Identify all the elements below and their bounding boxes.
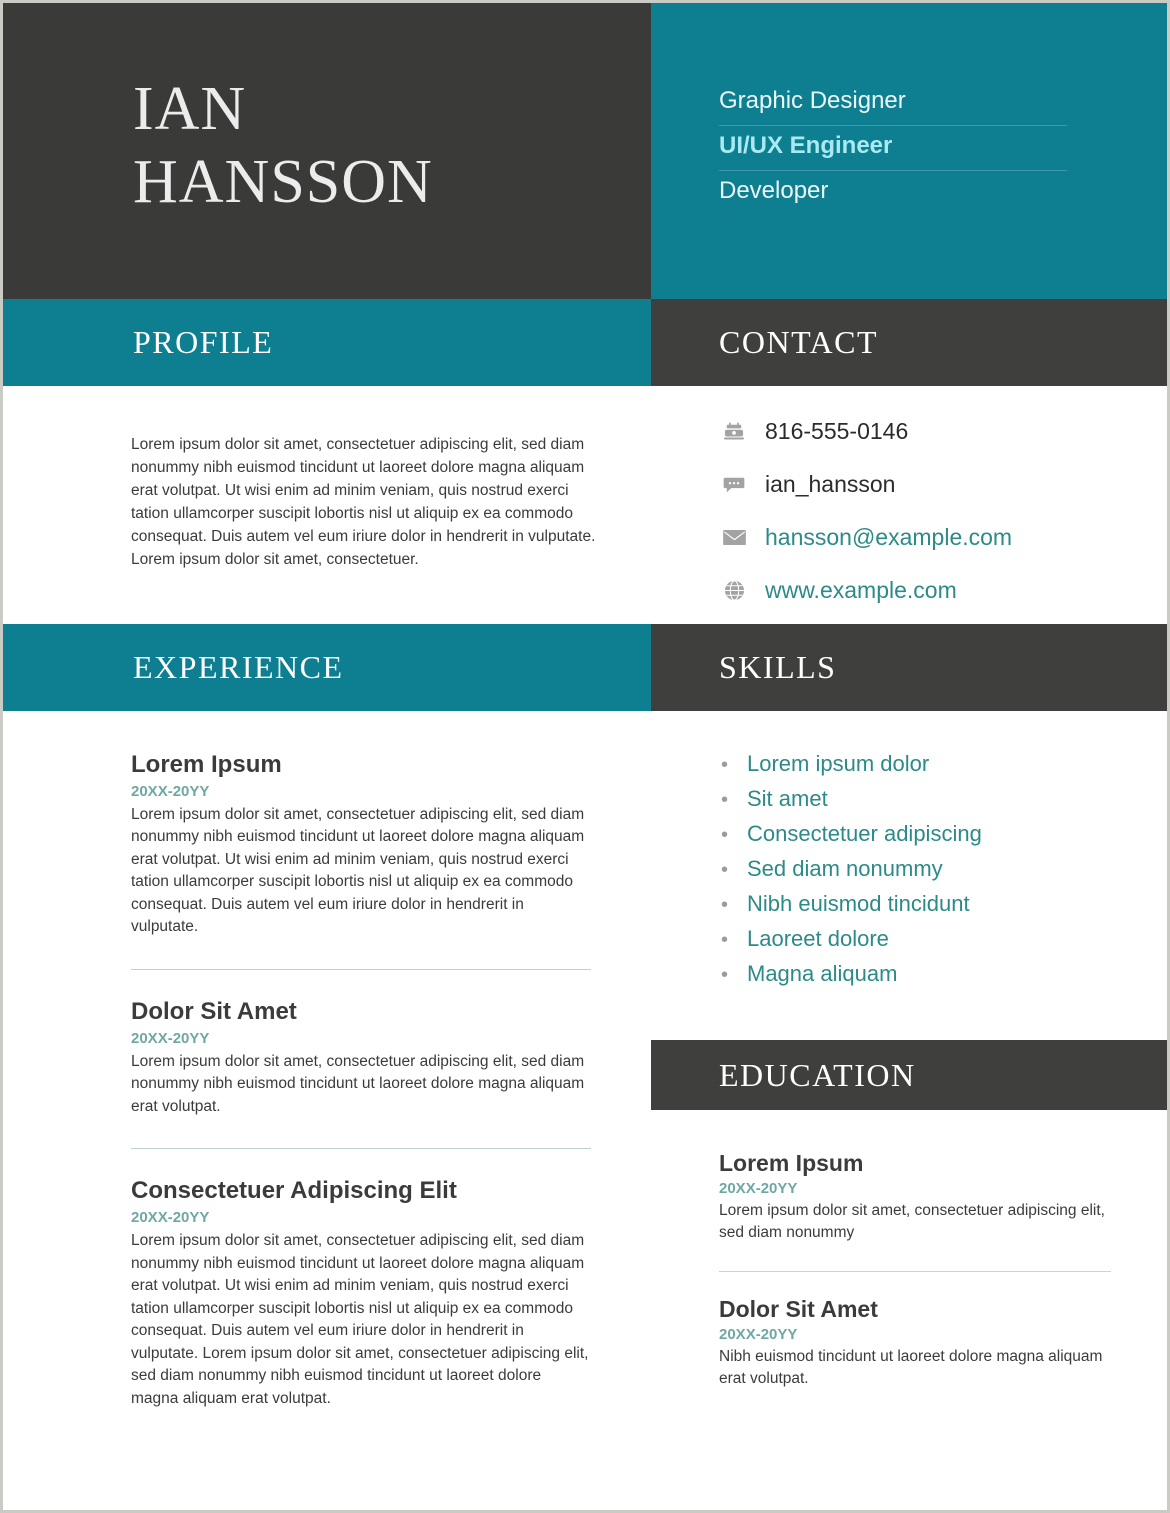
phone-icon: [719, 422, 749, 442]
experience-entry-description: Lorem ipsum dolor sit amet, consectetuer…: [131, 1232, 589, 1407]
experience-entry-title: Consectetuer Adipiscing Elit: [131, 1177, 457, 1205]
contact-section: 816-555-0146 ian_hansson hansson@example…: [651, 386, 1167, 624]
skill-list-item: • Sed diam nonummy: [721, 856, 1127, 882]
contact-heading: CONTACT: [719, 324, 879, 360]
job-titles-block: Graphic Designer UI/UX Engineer Develope…: [651, 3, 1167, 299]
skill-list-item: • Magna aliquam: [721, 961, 1127, 987]
contact-value-username: ian_hansson: [765, 471, 896, 497]
skills-header: SKILLS: [651, 624, 1167, 711]
chat-bubble-icon: [719, 476, 749, 494]
education-heading: EDUCATION: [719, 1056, 916, 1093]
contact-item-email[interactable]: hansson@example.com: [719, 524, 1127, 551]
bullet-icon: •: [721, 754, 729, 776]
skill-list-item: • Laoreet dolore: [721, 926, 1127, 952]
experience-skills-header-band: EXPERIENCE SKILLS: [3, 624, 1167, 711]
experience-entry-date: 20XX-20YY: [131, 1029, 210, 1047]
experience-entry-title: Dolor Sit Amet: [131, 997, 297, 1025]
bottom-spacer: [651, 1395, 1167, 1435]
profile-contact-header-band: PROFILE CONTACT: [3, 299, 1167, 386]
experience-entry: Dolor Sit Amet 20XX-20YY Lorem ipsum dol…: [131, 998, 591, 1122]
skill-list-item: • Consectetuer adipiscing: [721, 821, 1127, 847]
education-entry-description: Lorem ipsum dolor sit amet, consectetuer…: [719, 1202, 1105, 1242]
bullet-icon: •: [721, 929, 729, 951]
skills-section: • Lorem ipsum dolor • Sit amet • Consect…: [651, 711, 1167, 1012]
envelope-icon: [719, 529, 749, 546]
education-entry-date: 20XX-20YY: [719, 1180, 798, 1197]
experience-entry-description: Lorem ipsum dolor sit amet, consectetuer…: [131, 806, 585, 936]
experience-header: EXPERIENCE: [3, 624, 651, 711]
skill-label: Nibh euismod tincidunt: [747, 891, 970, 916]
main-content: Lorem Ipsum 20XX-20YY Lorem ipsum dolor …: [3, 711, 1167, 1435]
skill-label: Sed diam nonummy: [747, 856, 943, 881]
experience-section: Lorem Ipsum 20XX-20YY Lorem ipsum dolor …: [3, 711, 651, 1435]
skills-education-column: • Lorem ipsum dolor • Sit amet • Consect…: [651, 711, 1167, 1435]
education-entry-title: Dolor Sit Amet: [719, 1295, 878, 1322]
skill-label: Lorem ipsum dolor: [747, 751, 930, 776]
experience-heading: EXPERIENCE: [133, 649, 344, 685]
education-entry-title: Lorem Ipsum: [719, 1150, 864, 1176]
bullet-icon: •: [721, 789, 729, 811]
experience-entry-description: Lorem ipsum dolor sit amet, consectetuer…: [131, 1052, 585, 1115]
profile-text: Lorem ipsum dolor sit amet, consectetuer…: [131, 436, 596, 568]
experience-entry-date: 20XX-20YY: [131, 1209, 210, 1227]
experience-entry: Consectetuer Adipiscing Elit 20XX-20YY L…: [131, 1177, 591, 1414]
header-banner: IAN HANSSON Graphic Designer UI/UX Engin…: [3, 3, 1167, 299]
experience-entry: Lorem Ipsum 20XX-20YY Lorem ipsum dolor …: [131, 751, 591, 943]
contact-item-website[interactable]: www.example.com: [719, 577, 1127, 604]
skills-heading: SKILLS: [719, 649, 837, 685]
profile-heading: PROFILE: [133, 324, 274, 360]
first-name: IAN: [133, 75, 247, 143]
skill-list-item: • Lorem ipsum dolor: [721, 751, 1127, 777]
skill-label: Magna aliquam: [747, 961, 898, 986]
education-entry-description: Nibh euismod tincidunt ut laoreet dolore…: [719, 1347, 1103, 1388]
last-name: HANSSON: [133, 148, 433, 217]
skill-list-item: • Sit amet: [721, 786, 1127, 812]
experience-entry-title: Lorem Ipsum: [131, 751, 282, 778]
education-entry: Lorem Ipsum 20XX-20YY Lorem ipsum dolor …: [719, 1150, 1111, 1249]
contact-header: CONTACT: [651, 299, 1167, 386]
education-entry: Dolor Sit Amet 20XX-20YY Nibh euismod ti…: [719, 1296, 1111, 1395]
resume-page: IAN HANSSON Graphic Designer UI/UX Engin…: [0, 0, 1170, 1513]
contact-item-phone[interactable]: 816-555-0146: [719, 418, 1127, 445]
bullet-icon: •: [721, 964, 729, 986]
experience-divider: [131, 968, 591, 970]
experience-entry-date: 20XX-20YY: [131, 783, 210, 800]
education-header: EDUCATION: [651, 1040, 1167, 1110]
bullet-icon: •: [721, 824, 729, 846]
name-block: IAN HANSSON: [3, 3, 651, 299]
contact-value-phone: 816-555-0146: [765, 418, 909, 444]
skill-label: Sit amet: [747, 786, 828, 811]
contact-item-username[interactable]: ian_hansson: [719, 471, 1127, 498]
skill-label: Consectetuer adipiscing: [747, 821, 982, 846]
profile-section: Lorem ipsum dolor sit amet, consectetuer…: [3, 386, 651, 624]
bullet-icon: •: [721, 859, 729, 881]
experience-divider: [131, 1148, 591, 1150]
education-section: Lorem Ipsum 20XX-20YY Lorem ipsum dolor …: [651, 1110, 1167, 1395]
skill-list-item: • Nibh euismod tincidunt: [721, 891, 1127, 917]
bullet-icon: •: [721, 894, 729, 916]
globe-icon: [719, 580, 749, 601]
profile-header: PROFILE: [3, 299, 651, 386]
job-title-2: Developer: [719, 177, 829, 204]
profile-contact-content: Lorem ipsum dolor sit amet, consectetuer…: [3, 386, 1167, 624]
contact-value-email[interactable]: hansson@example.com: [765, 524, 1012, 551]
education-divider: [719, 1270, 1111, 1272]
skill-label: Laoreet dolore: [747, 926, 889, 951]
job-title-1: UI/UX Engineer: [719, 126, 1067, 171]
education-entry-date: 20XX-20YY: [719, 1325, 798, 1343]
contact-value-website[interactable]: www.example.com: [765, 577, 957, 604]
job-title-0: Graphic Designer: [719, 81, 1067, 126]
